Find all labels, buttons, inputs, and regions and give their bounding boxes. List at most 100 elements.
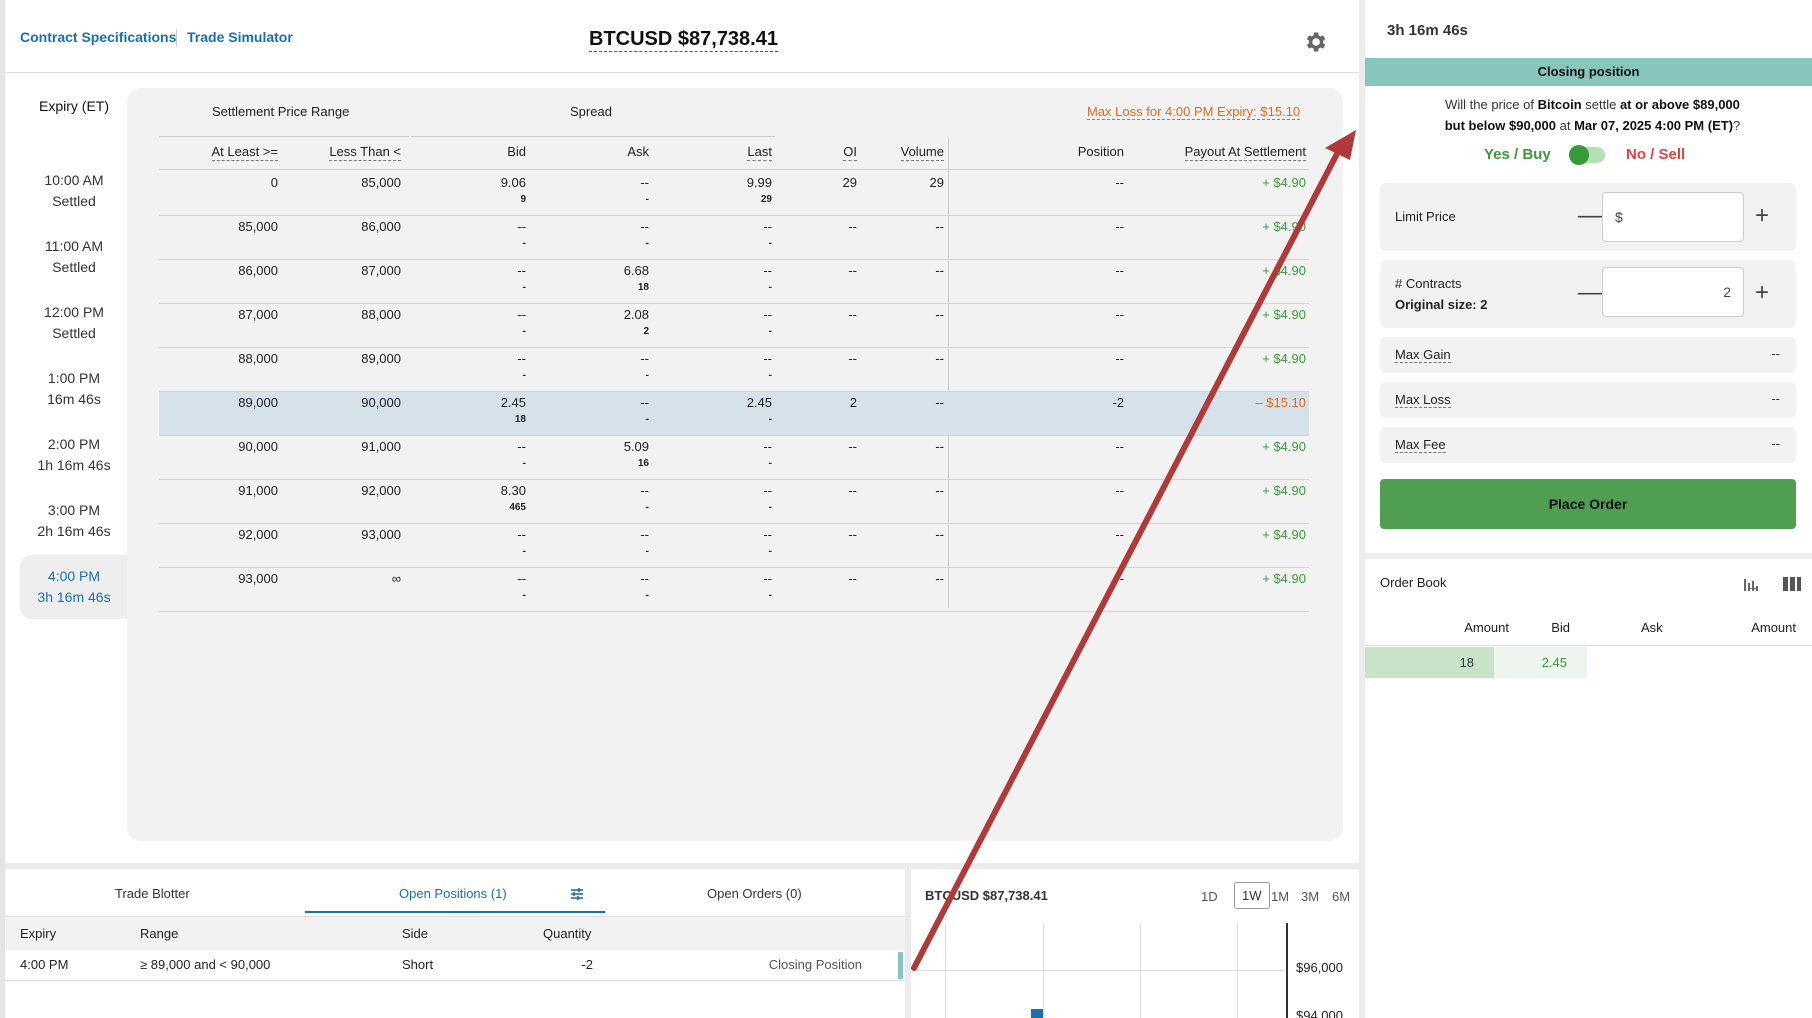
table-row[interactable] bbox=[159, 303, 1309, 347]
cell-last: -- bbox=[763, 527, 772, 542]
cell-last-size: - bbox=[768, 590, 772, 601]
cell-ask: 5.09 bbox=[623, 439, 649, 454]
gear-icon[interactable] bbox=[1302, 29, 1328, 55]
range-1w[interactable]: 1W bbox=[1234, 882, 1270, 909]
no-sell-label[interactable]: No / Sell bbox=[1626, 146, 1685, 163]
cell-at-least: 86,000 bbox=[238, 263, 278, 278]
depth-chart-icon[interactable] bbox=[1742, 575, 1760, 593]
ob-bid-price[interactable]: 2.45 bbox=[1494, 647, 1587, 678]
table-row[interactable] bbox=[159, 435, 1309, 479]
col-last[interactable]: Last bbox=[747, 144, 772, 161]
q-asset: Bitcoin bbox=[1537, 97, 1582, 112]
col-at-least[interactable]: At Least >= bbox=[211, 144, 278, 161]
contracts-minus-icon[interactable]: — bbox=[1578, 281, 1602, 305]
limit-price-minus-icon[interactable]: — bbox=[1578, 204, 1602, 228]
max-loss-label[interactable]: Max Loss bbox=[1395, 392, 1451, 408]
table-row[interactable] bbox=[159, 259, 1309, 303]
table-row[interactable] bbox=[159, 391, 1309, 435]
filter-sliders-icon[interactable] bbox=[569, 886, 585, 902]
cell-position: -- bbox=[1115, 483, 1124, 498]
cell-position: -2 bbox=[1112, 395, 1124, 410]
expiry-item[interactable]: 10:00 AM Settled bbox=[20, 170, 128, 212]
max-gain-label[interactable]: Max Gain bbox=[1395, 347, 1451, 363]
tab-open-positions[interactable]: Open Positions (1) bbox=[399, 886, 507, 901]
cell-payout: + $4.90 bbox=[1262, 307, 1306, 322]
side-toggle[interactable] bbox=[1569, 145, 1605, 165]
cell-last-size: - bbox=[768, 502, 772, 513]
cell-ask-size: 16 bbox=[637, 458, 649, 469]
active-tab-indicator bbox=[305, 911, 605, 913]
cell-last: -- bbox=[763, 307, 772, 322]
range-1m[interactable]: 1M bbox=[1271, 889, 1289, 904]
range-3m[interactable]: 3M bbox=[1301, 889, 1319, 904]
range-1d[interactable]: 1D bbox=[1201, 889, 1218, 904]
cell-position: -- bbox=[1115, 307, 1124, 322]
expiry-item[interactable]: 1:00 PM 16m 46s bbox=[20, 368, 128, 410]
place-order-button[interactable]: Place Order bbox=[1380, 479, 1796, 529]
contracts-input[interactable]: 2 bbox=[1602, 267, 1744, 317]
contracts-plus-icon[interactable]: + bbox=[1755, 281, 1769, 305]
col-oi[interactable]: OI bbox=[843, 144, 857, 161]
expiry-status: Settled bbox=[52, 193, 96, 209]
cell-less-than: 86,000 bbox=[361, 219, 401, 234]
max-gain-value: -- bbox=[1771, 346, 1780, 361]
expiry-item[interactable]: 12:00 PM Settled bbox=[20, 302, 128, 344]
nav-trade-simulator[interactable]: Trade Simulator bbox=[187, 29, 293, 45]
pos-status[interactable]: Closing Position bbox=[769, 957, 862, 972]
table-row[interactable] bbox=[159, 523, 1309, 567]
table-row[interactable] bbox=[159, 171, 1309, 215]
expiry-item[interactable]: 2:00 PM 1h 16m 46s bbox=[20, 434, 128, 476]
q-cond1: at or above $89,000 bbox=[1619, 97, 1740, 112]
tab-open-orders[interactable]: Open Orders (0) bbox=[707, 886, 802, 901]
cell-ask: -- bbox=[640, 351, 649, 366]
table-row[interactable] bbox=[159, 215, 1309, 259]
ob-bid-amount[interactable]: 18 bbox=[1365, 647, 1494, 678]
cell-at-least: 89,000 bbox=[238, 395, 278, 410]
cell-bid: 8.30 bbox=[500, 483, 526, 498]
cell-bid: -- bbox=[517, 439, 526, 454]
limit-price-plus-icon[interactable]: + bbox=[1755, 204, 1769, 228]
original-size: Original size: 2 bbox=[1395, 297, 1488, 312]
cell-bid-size: - bbox=[522, 238, 526, 249]
table-row[interactable] bbox=[159, 479, 1309, 523]
top-bar: Contract Specifications Trade Simulator … bbox=[5, 5, 1359, 73]
tab-trade-blotter[interactable]: Trade Blotter bbox=[115, 886, 190, 901]
cell-ask: -- bbox=[640, 395, 649, 410]
group-settlement-range: Settlement Price Range bbox=[212, 104, 350, 119]
col-less-than[interactable]: Less Than < bbox=[329, 144, 401, 161]
q-date: Mar 07, 2025 4:00 PM (ET) bbox=[1574, 118, 1734, 133]
mini-chart-title: BTCUSD $87,738.41 bbox=[925, 888, 1048, 903]
expiry-item[interactable]: 11:00 AM Settled bbox=[20, 236, 128, 278]
limit-price-input[interactable]: $ bbox=[1602, 192, 1744, 242]
range-6m[interactable]: 6M bbox=[1332, 889, 1350, 904]
expiry-item[interactable]: 3:00 PM 2h 16m 46s bbox=[20, 500, 128, 542]
nav-separator bbox=[176, 29, 177, 47]
expiry-item[interactable]: 4:00 PM 3h 16m 46s bbox=[20, 555, 128, 619]
q-text-1: Will the price of bbox=[1445, 97, 1538, 112]
pos-col-side: Side bbox=[402, 926, 429, 941]
cell-ask-size: - bbox=[645, 194, 649, 205]
table-row[interactable] bbox=[159, 567, 1309, 611]
cell-bid-size: - bbox=[522, 326, 526, 337]
cell-payout: + $4.90 bbox=[1262, 263, 1306, 278]
limit-price-box: Limit Price — $ + bbox=[1380, 183, 1796, 251]
columns-icon[interactable] bbox=[1782, 575, 1802, 593]
y-label-94000: $94,000 bbox=[1296, 1008, 1343, 1018]
expiry-time: 10:00 AM bbox=[44, 172, 104, 188]
cell-at-least: 85,000 bbox=[238, 219, 278, 234]
col-volume[interactable]: Volume bbox=[900, 144, 944, 161]
cell-oi: -- bbox=[848, 439, 857, 454]
table-row[interactable] bbox=[159, 347, 1309, 391]
contracts-label: # Contracts bbox=[1395, 276, 1462, 291]
cell-last-size: - bbox=[768, 458, 772, 469]
expiry-status: 16m 46s bbox=[47, 391, 101, 407]
max-loss-link[interactable]: Max Loss for 4:00 PM Expiry: $15.10 bbox=[1087, 104, 1301, 120]
cell-last-size: - bbox=[768, 282, 772, 293]
nav-contract-specifications[interactable]: Contract Specifications bbox=[20, 29, 176, 45]
col-payout[interactable]: Payout At Settlement bbox=[1184, 144, 1306, 161]
cell-volume: -- bbox=[935, 219, 944, 234]
cell-at-least: 93,000 bbox=[238, 571, 278, 586]
cell-ask: -- bbox=[640, 175, 649, 190]
max-fee-label[interactable]: Max Fee bbox=[1395, 437, 1446, 453]
yes-buy-label[interactable]: Yes / Buy bbox=[1484, 146, 1551, 163]
